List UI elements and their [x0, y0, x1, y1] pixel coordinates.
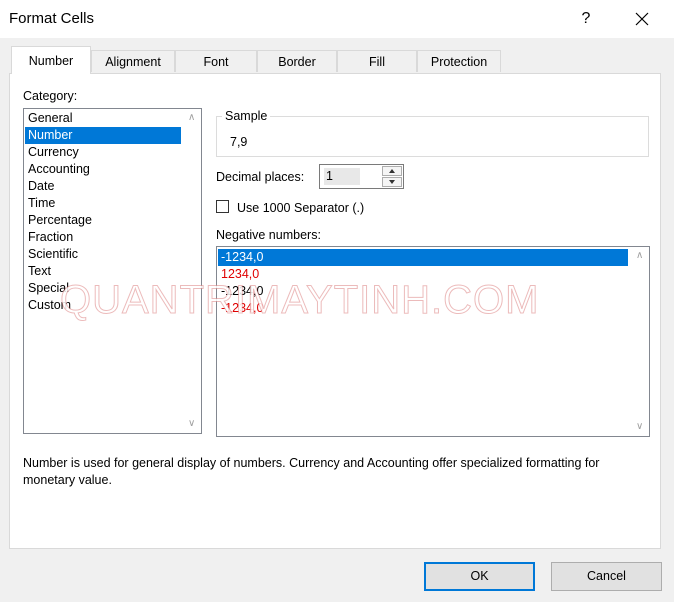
ok-button[interactable]: OK [424, 562, 535, 591]
scroll-down-icon[interactable]: ∨ [188, 418, 195, 429]
tab-alignment[interactable]: Alignment [91, 50, 175, 72]
separator-checkbox[interactable] [216, 200, 229, 213]
category-item-accounting[interactable]: Accounting [25, 161, 181, 178]
decimal-places-label: Decimal places: [216, 170, 305, 184]
tab-protection[interactable]: Protection [417, 50, 501, 72]
category-item-text[interactable]: Text [25, 263, 181, 280]
sample-group [216, 116, 649, 157]
category-item-scientific[interactable]: Scientific [25, 246, 181, 263]
category-item-currency[interactable]: Currency [25, 144, 181, 161]
negative-option-2[interactable]: 1234,0 [218, 266, 628, 283]
close-button[interactable] [626, 4, 658, 34]
spin-down-button[interactable] [382, 177, 402, 187]
category-item-time[interactable]: Time [25, 195, 181, 212]
category-item-fraction[interactable]: Fraction [25, 229, 181, 246]
category-item-date[interactable]: Date [25, 178, 181, 195]
title-bar: Format Cells ? [0, 0, 674, 38]
category-scrollbar[interactable]: ∧ ∨ [184, 109, 201, 433]
scroll-down-icon[interactable]: ∨ [636, 421, 643, 432]
category-item-percentage[interactable]: Percentage [25, 212, 181, 229]
sample-value: 7,9 [230, 135, 248, 149]
negative-numbers-label: Negative numbers: [216, 228, 321, 242]
dialog-title: Format Cells [9, 10, 95, 27]
separator-label[interactable]: Use 1000 Separator (.) [237, 201, 364, 215]
negative-option-4[interactable]: -1234,0 [218, 300, 628, 317]
sample-label: Sample [222, 109, 271, 123]
negative-numbers-list[interactable]: -1234,0 1234,0 -1234,0 -1234,0 ∧ ∨ [216, 246, 650, 437]
category-description: Number is used for general display of nu… [23, 456, 600, 487]
category-list[interactable]: General Number Currency Accounting Date … [23, 108, 202, 434]
category-item-general[interactable]: General [25, 110, 181, 127]
category-item-special[interactable]: Special [25, 280, 181, 297]
decimal-places-stepper[interactable]: 1 [319, 164, 404, 189]
help-button[interactable]: ? [570, 4, 602, 34]
negative-option-3[interactable]: -1234,0 [218, 283, 628, 300]
tab-border[interactable]: Border [257, 50, 337, 72]
negative-option-1[interactable]: -1234,0 [218, 249, 628, 266]
tab-number[interactable]: Number [11, 46, 91, 74]
negative-scrollbar[interactable]: ∧ ∨ [632, 247, 649, 436]
category-item-number[interactable]: Number [25, 127, 181, 144]
tab-fill[interactable]: Fill [337, 50, 417, 72]
decimal-places-input[interactable]: 1 [324, 168, 360, 185]
category-label: Category: [23, 89, 78, 103]
scroll-up-icon[interactable]: ∧ [636, 250, 643, 261]
spin-up-button[interactable] [382, 166, 402, 176]
scroll-up-icon[interactable]: ∧ [188, 112, 195, 123]
cancel-button[interactable]: Cancel [551, 562, 662, 591]
category-item-custom[interactable]: Custom [25, 297, 181, 314]
close-icon [635, 12, 649, 26]
tab-font[interactable]: Font [175, 50, 257, 72]
